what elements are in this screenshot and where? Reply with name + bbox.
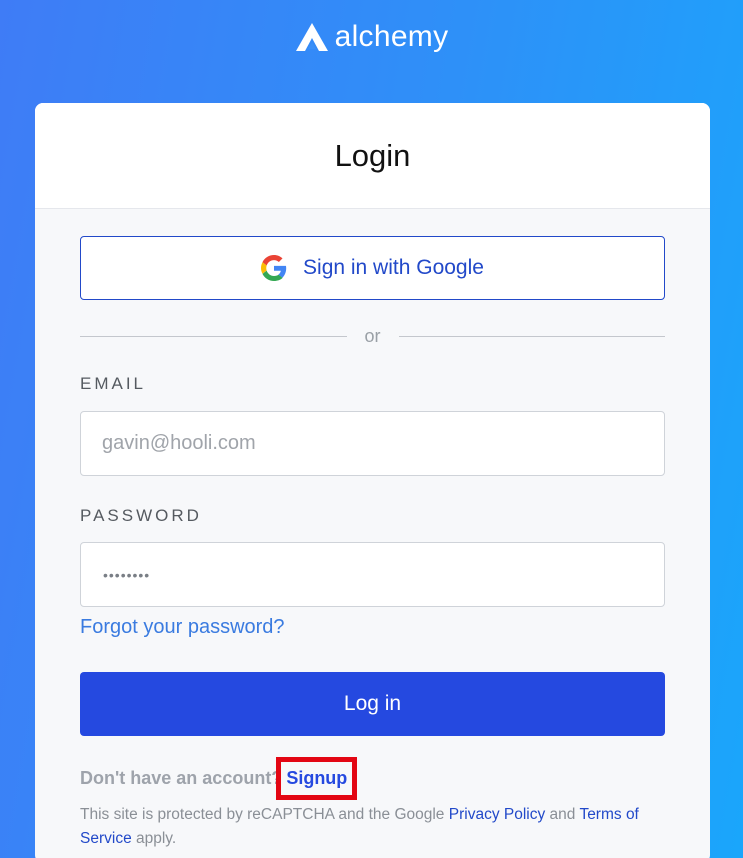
- password-field[interactable]: ••••••••: [80, 542, 665, 607]
- email-field[interactable]: [80, 411, 665, 476]
- signup-row: Don't have an account? Signup: [80, 757, 358, 800]
- legal-and: and: [549, 806, 576, 823]
- divider-text: or: [364, 325, 381, 346]
- login-button[interactable]: Log in: [80, 672, 665, 736]
- brand-name: alchemy: [334, 20, 449, 53]
- google-icon: [261, 255, 287, 281]
- card-header: Login: [35, 103, 710, 209]
- legal-prefix: This site is protected by reCAPTCHA and …: [80, 806, 445, 823]
- divider-line-right: [398, 335, 666, 337]
- legal-suffix: apply.: [136, 830, 177, 847]
- login-card: Login Sign in with Google or EMAIL PASSW…: [35, 103, 710, 858]
- signup-link[interactable]: Signup: [276, 757, 358, 800]
- alchemy-logo-icon: [295, 23, 328, 51]
- password-label: PASSWORD: [80, 506, 202, 525]
- divider-line-left: [80, 335, 347, 337]
- email-label: EMAIL: [80, 374, 147, 393]
- or-divider: or: [80, 325, 666, 347]
- google-signin-button[interactable]: Sign in with Google: [80, 236, 665, 300]
- page-title: Login: [334, 137, 411, 173]
- google-signin-label: Sign in with Google: [303, 256, 484, 279]
- signup-prompt: Don't have an account?: [80, 768, 283, 788]
- recaptcha-notice: This site is protected by reCAPTCHA and …: [80, 803, 670, 851]
- privacy-policy-link[interactable]: Privacy Policy: [449, 806, 545, 823]
- forgot-password-link[interactable]: Forgot your password?: [80, 616, 285, 639]
- brand-logo: alchemy: [0, 20, 743, 54]
